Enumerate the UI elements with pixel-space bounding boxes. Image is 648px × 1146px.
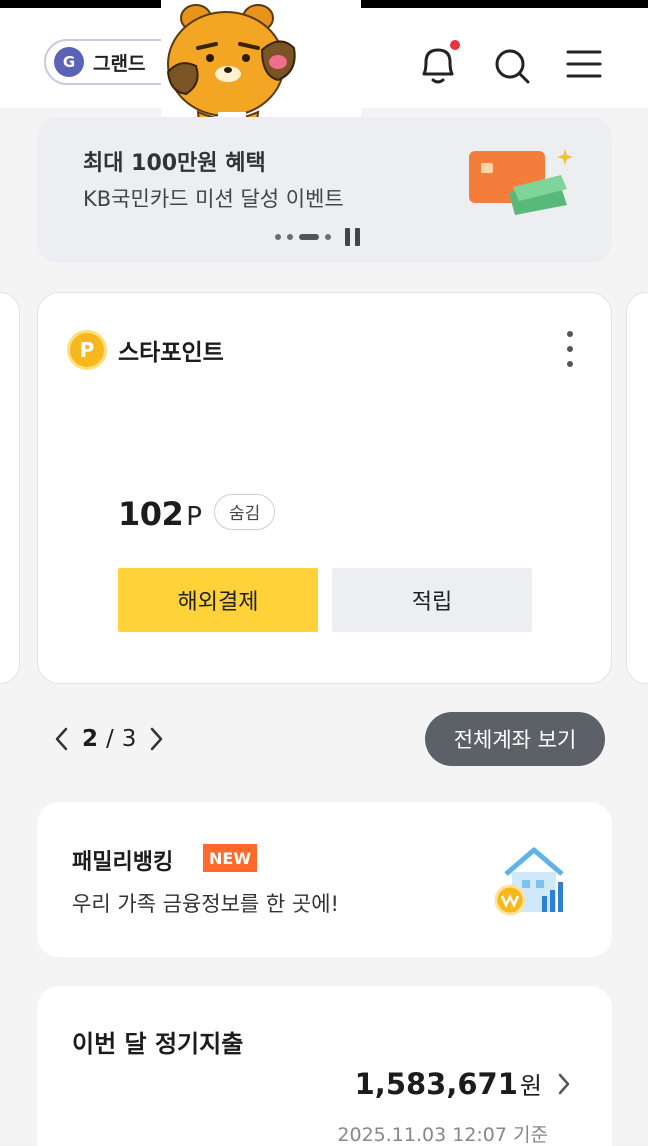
pager-current: 2: [82, 726, 99, 752]
banner-pagination: [275, 227, 360, 247]
notification-dot: [450, 40, 460, 50]
chevron-right-icon[interactable]: [144, 724, 168, 754]
account-pager: 2 / 3: [50, 722, 168, 756]
house-won-icon: [494, 847, 564, 916]
card-cash-illustration-icon: [469, 149, 573, 215]
view-all-accounts-button[interactable]: 전체계좌 보기: [425, 712, 605, 766]
pagination-dot[interactable]: [325, 234, 331, 240]
pagination-dot[interactable]: [287, 234, 293, 240]
prev-account-card[interactable]: [0, 292, 20, 684]
family-banking-subtitle: 우리 가족 금융정보를 한 곳에!: [72, 892, 339, 916]
banner-subtitle: KB국민카드 미션 달성 이벤트: [83, 187, 344, 211]
overseas-payment-button[interactable]: 해외결제: [118, 568, 318, 632]
point-card-title[interactable]: 스타포인트: [118, 333, 224, 367]
regular-expense-timestamp: 2025.11.03 12:07 기준: [337, 1124, 548, 1146]
point-amount: 102: [118, 495, 184, 533]
more-options-icon[interactable]: [564, 331, 576, 367]
regular-expense-amount: 1,583,671: [354, 1066, 518, 1101]
regular-expense-title: 이번 달 정기지출: [72, 1030, 244, 1058]
pager-separator: /: [106, 726, 114, 752]
pager-total: 3: [121, 726, 137, 752]
chevron-left-icon[interactable]: [50, 724, 74, 754]
pagination-dot[interactable]: [275, 234, 281, 240]
search-icon[interactable]: [490, 40, 534, 88]
banner-title: 최대 100만원 혜택: [83, 151, 266, 176]
bell-icon[interactable]: [416, 40, 460, 88]
grade-label: 그랜드: [93, 52, 146, 75]
point-balance: 102 P 숨김: [118, 493, 276, 536]
hide-balance-button[interactable]: 숨김: [213, 493, 276, 530]
regular-expense-card[interactable]: 이번 달 정기지출 1,583,671 원 2025.11.03 12:07 기…: [37, 986, 612, 1146]
family-banking-card[interactable]: 패밀리뱅킹 NEW 우리 가족 금융정보를 한 곳에!: [37, 802, 612, 957]
regular-expense-amount-row[interactable]: 1,583,671 원: [355, 1066, 574, 1101]
star-point-card: P 스타포인트 102 P 숨김 해외결제 적립: [37, 292, 612, 684]
chevron-right-icon[interactable]: [554, 1070, 574, 1098]
family-banking-title: 패밀리뱅킹: [72, 850, 174, 875]
pause-icon[interactable]: [345, 228, 360, 246]
point-coin-icon: P: [67, 330, 107, 370]
pagination-dot-active[interactable]: [299, 234, 319, 240]
menu-icon[interactable]: [562, 40, 606, 88]
earn-points-button[interactable]: 적립: [332, 568, 532, 632]
point-unit: P: [186, 502, 202, 532]
new-badge: NEW: [203, 844, 257, 872]
event-banner[interactable]: 최대 100만원 혜택 KB국민카드 미션 달성 이벤트: [37, 117, 612, 263]
grade-letter: G: [54, 47, 84, 77]
next-account-card[interactable]: [626, 292, 648, 684]
regular-expense-unit: 원: [519, 1072, 542, 1100]
